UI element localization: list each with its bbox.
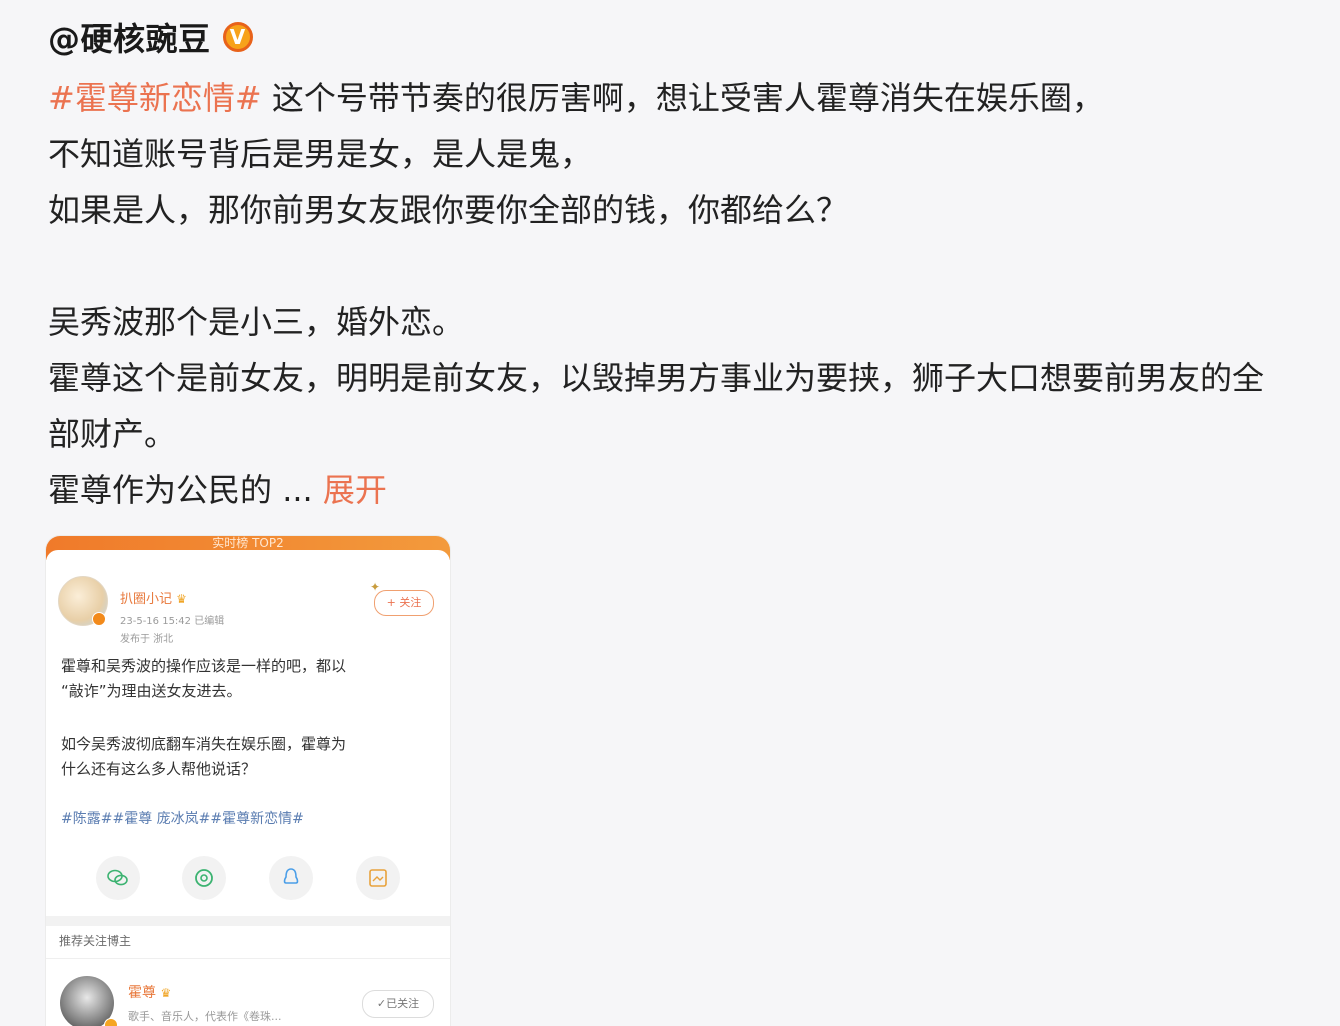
member-crown-icon: ♛ [176, 592, 187, 606]
avatar-badge-icon [92, 612, 106, 626]
save-image-icon [356, 856, 400, 900]
follow-button: + 关注 [374, 590, 434, 616]
recommend-title: 推荐关注博主 [59, 934, 132, 948]
member-crown-icon: ♛ [160, 986, 172, 1000]
weibo-post: @硬核豌豆 V #霍尊新恋情# 这个号带节奏的很厉害啊，想让受害人霍尊消失在娱乐… [0, 0, 1340, 1026]
wechat-icon [96, 856, 140, 900]
expand-link[interactable]: 展开 [323, 471, 387, 509]
post-line-7: 部财产。 [48, 415, 177, 453]
post-line-5: 吴秀波那个是小三，婚外恋。 [48, 303, 465, 341]
author-name[interactable]: @硬核豌豆 [48, 14, 211, 60]
post-text: #霍尊新恋情# 这个号带节奏的很厉害啊，想让受害人霍尊消失在娱乐圈， 不知道账号… [48, 70, 1338, 518]
recommend-section: 推荐关注博主 霍尊 ♛ 歌手、音乐人，代表作《卷珠... ✓已关注 [46, 926, 450, 1026]
verified-badge-icon: V [222, 22, 253, 52]
divider [46, 916, 450, 926]
recommended-desc: 歌手、音乐人，代表作《卷珠... [128, 1010, 282, 1023]
hashtag-link[interactable]: #霍尊新恋情# [48, 79, 262, 117]
share-bar [46, 856, 450, 904]
followed-button: ✓已关注 [362, 990, 434, 1018]
verified-badge-icon [104, 1018, 118, 1026]
embedded-post: 扒圈小记 ♛ 23-5-16 15:42 已编辑 发布于 浙北 ✦ + 关注 霍… [46, 550, 450, 916]
embedded-location: 发布于 浙北 [120, 634, 174, 645]
recommended-name: 霍尊 ♛ [128, 985, 172, 1001]
post-line-1: #霍尊新恋情# 这个号带节奏的很厉害啊，想让受害人霍尊消失在娱乐圈， [48, 79, 1104, 117]
post-line-3: 如果是人，那你前男女友跟你要你全部的钱，你都给么？ [48, 191, 849, 229]
embedded-time: 23-5-16 15:42 已编辑 [120, 616, 225, 627]
ellipsis: ... [272, 471, 323, 509]
post-line-8: 霍尊作为公民的 ... 展开 [48, 471, 387, 509]
divider [46, 958, 450, 959]
post-line-6: 霍尊这个是前女友，明明是前女友，以毁掉男方事业为要挟，狮子大口想要前男友的全 [48, 359, 1265, 397]
embedded-para-2: 如今吴秀波彻底翻车消失在娱乐圈，霍尊为 什么还有这么多人帮他说话？ [61, 735, 347, 778]
post-author: @硬核豌豆 V [48, 14, 253, 60]
post-line-2: 不知道账号背后是男是女，是人是鬼， [48, 135, 593, 173]
embedded-author-name: 扒圈小记 ♛ [120, 592, 187, 607]
embedded-hashtags: #陈露##霍尊 庞冰岚##霍尊新恋情# [61, 811, 304, 827]
moments-icon [182, 856, 226, 900]
embedded-para-1: 霍尊和吴秀波的操作应该是一样的吧，都以 “敲诈”为理由送女友进去。 [61, 657, 347, 700]
qq-icon [269, 856, 313, 900]
embedded-screenshot[interactable]: 实时榜 TOP2 扒圈小记 ♛ 23-5-16 15:42 已编辑 发布于 浙北… [46, 536, 450, 1026]
